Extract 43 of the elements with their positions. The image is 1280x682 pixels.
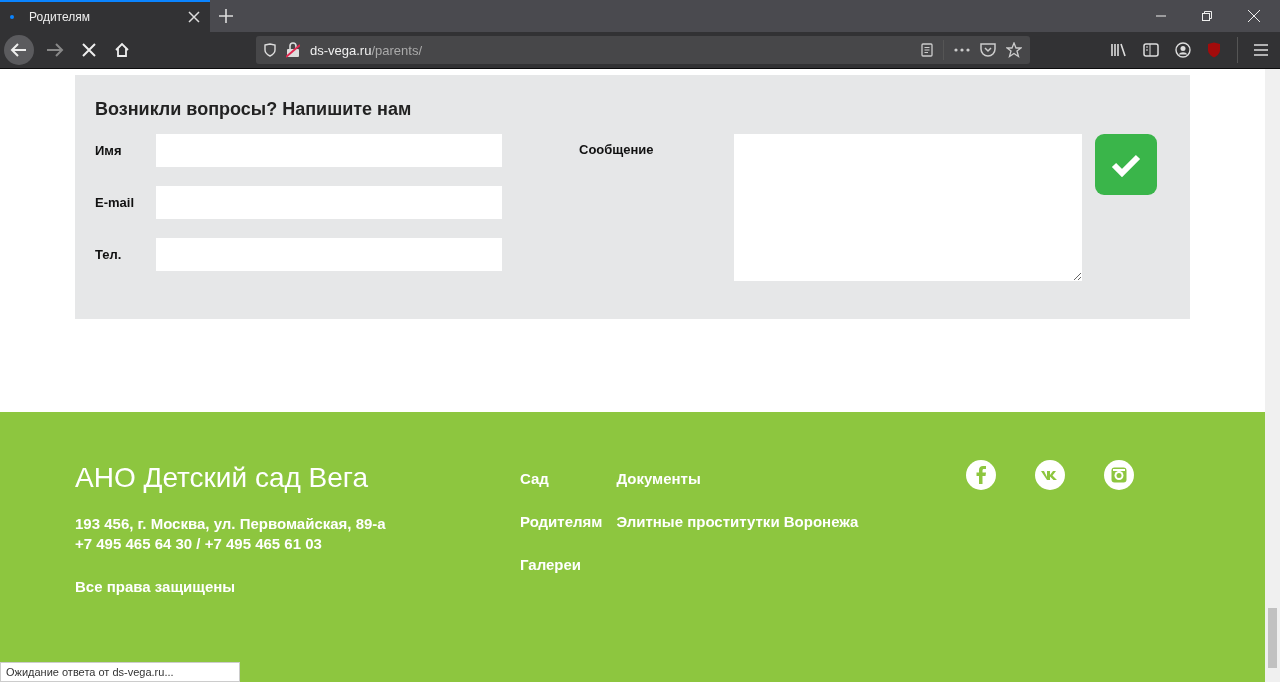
- status-text: Ожидание ответа от ds-vega.ru...: [0, 662, 240, 682]
- close-tab-icon[interactable]: [188, 11, 200, 23]
- scrollbar[interactable]: [1265, 69, 1280, 682]
- star-icon[interactable]: [1006, 42, 1022, 58]
- input-field[interactable]: [156, 238, 502, 271]
- new-tab-icon[interactable]: [219, 9, 233, 23]
- field-label: E-mail: [95, 195, 135, 210]
- footer-link[interactable]: Сад: [520, 470, 603, 487]
- reader-view-icon[interactable]: [921, 43, 933, 57]
- restore-icon[interactable]: [1202, 11, 1212, 21]
- footer-link[interactable]: Родителям: [520, 513, 603, 530]
- submit-button[interactable]: [1095, 134, 1157, 195]
- sidebar-icon[interactable]: [1143, 43, 1159, 57]
- library-icon[interactable]: [1111, 43, 1127, 57]
- back-icon[interactable]: [4, 35, 34, 65]
- footer-link[interactable]: Документы: [616, 470, 859, 487]
- field-label: Тел.: [95, 247, 123, 262]
- forward-icon[interactable]: [46, 43, 64, 57]
- footer-title: АНО Детский сад Вега: [75, 462, 369, 494]
- footer-link[interactable]: Галереи: [520, 556, 603, 573]
- more-icon[interactable]: [954, 48, 970, 52]
- input-field[interactable]: [156, 186, 502, 219]
- browser-tab[interactable]: Родителям: [0, 0, 210, 32]
- pocket-icon[interactable]: [980, 43, 996, 57]
- input-field[interactable]: [156, 134, 502, 167]
- field-label: Имя: [95, 143, 123, 158]
- copyright-text: Все права защищены: [75, 578, 237, 595]
- loading-dot-icon: [10, 15, 14, 19]
- account-icon[interactable]: [1175, 42, 1191, 58]
- home-icon[interactable]: [114, 42, 130, 58]
- menu-icon[interactable]: [1254, 44, 1268, 56]
- close-window-icon[interactable]: [1248, 10, 1260, 22]
- form-title: Возникли вопросы? Напишите нам: [95, 99, 413, 120]
- checkmark-icon: [1111, 152, 1141, 177]
- lock-icon: [286, 42, 300, 58]
- message-field[interactable]: [734, 134, 1082, 281]
- footer-link[interactable]: Элитные проститутки Воронежа: [616, 513, 859, 530]
- address-text: 193 456, г. Москва, ул. Первомайская, 89-а: [75, 514, 387, 534]
- address-bar[interactable]: ds-vega.ru/parents/: [256, 36, 1030, 64]
- stop-icon[interactable]: [82, 43, 96, 57]
- phone-text: +7 495 465 64 30 / +7 495 465 61 03: [75, 534, 323, 554]
- shield-icon: [264, 43, 276, 57]
- field-label: Сообщение: [579, 142, 655, 157]
